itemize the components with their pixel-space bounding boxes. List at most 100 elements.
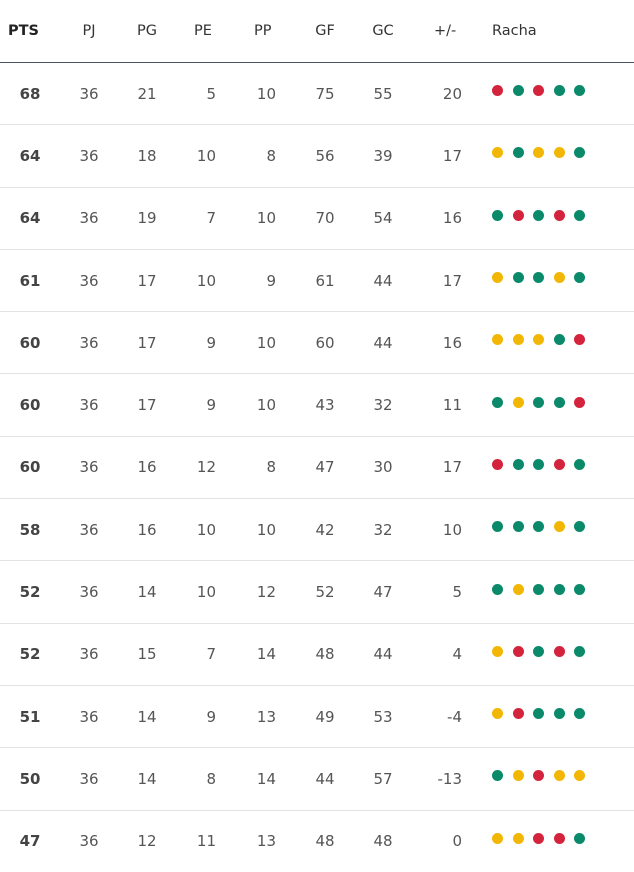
gf-cell: 42 [315,520,335,539]
form-dot-draw-icon [553,770,565,782]
form-dot-loss-icon [492,458,503,470]
form-dot-draw-icon [553,521,565,533]
form-dot-win-icon [553,583,565,595]
table-row[interactable]: 64 36 19 7 10 70 54 16 [0,188,634,250]
form-dot-loss-icon [533,770,544,782]
goal-difference-cell: -4 [447,707,462,726]
gc-cell: 32 [373,520,393,539]
pe-cell: 10 [196,146,216,165]
pg-cell: 12 [137,832,157,851]
table-row[interactable]: 60 36 17 9 10 43 32 11 [0,374,634,437]
form-dot-loss-icon [553,645,565,657]
header-pg[interactable]: PG [130,0,164,62]
pj-cell: 36 [79,832,99,851]
pp-cell: 10 [256,520,276,539]
table-header: PTS PJ PG PE PP GF GC +/- Racha [0,0,634,63]
gf-cell: 49 [315,707,335,726]
gf-cell: 61 [315,271,335,290]
gc-cell: 44 [373,333,393,352]
form-dot-draw-icon [492,334,503,346]
racha-cell [492,499,632,560]
form-dot-draw-icon [492,272,503,284]
table-row[interactable]: 52 36 15 7 14 48 44 4 [0,624,634,686]
table-row[interactable]: 51 36 14 9 13 49 53 -4 [0,686,634,749]
pg-cell: 18 [137,146,157,165]
form-dot-win-icon [574,521,585,533]
form-dot-draw-icon [492,147,503,159]
form-dot-win-icon [574,708,585,720]
header-pp[interactable]: PP [254,0,278,62]
table-row[interactable]: 61 36 17 10 9 61 44 17 [0,250,634,313]
table-row[interactable]: 68 36 21 5 10 75 55 20 [0,63,634,126]
form-dot-win-icon [512,147,524,159]
table-row[interactable]: 60 36 16 12 8 47 30 17 [0,437,634,500]
header-goal-difference[interactable]: +/- [434,0,464,62]
pe-cell: 5 [206,84,216,103]
pe-cell: 7 [206,645,216,664]
table-row[interactable]: 52 36 14 10 12 52 47 5 [0,561,634,624]
form-dot-win-icon [492,583,503,595]
pj-cell: 36 [79,333,99,352]
pj-cell: 36 [79,146,99,165]
pts-cell: 52 [19,583,41,602]
pj-cell: 36 [79,645,99,664]
gc-cell: 47 [373,583,393,602]
pe-cell: 11 [196,832,216,851]
gc-cell: 57 [373,769,393,788]
form-dot-win-icon [533,708,544,720]
pe-cell: 10 [196,271,216,290]
pj-cell: 36 [79,209,99,228]
pg-cell: 17 [137,333,157,352]
pp-cell: 8 [266,146,276,165]
pg-cell: 17 [137,396,157,415]
pe-cell: 10 [196,520,216,539]
table-row[interactable]: 60 36 17 9 10 60 44 16 [0,312,634,375]
pg-cell: 15 [137,645,157,664]
form-dot-win-icon [492,521,503,533]
gf-cell: 75 [315,84,335,103]
header-pts[interactable]: PTS [8,0,44,62]
form-dots [492,645,585,657]
pj-cell: 36 [79,707,99,726]
pts-cell: 50 [19,769,41,788]
form-dot-win-icon [533,272,544,284]
pts-cell: 58 [19,520,41,539]
racha-cell [492,748,632,809]
pg-cell: 17 [137,271,157,290]
pp-cell: 12 [256,583,276,602]
pj-cell: 36 [79,520,99,539]
form-dots [492,583,585,595]
header-racha: Racha [492,23,537,39]
form-dot-loss-icon [512,708,524,720]
form-dot-win-icon [574,832,585,844]
pts-cell: 64 [19,209,41,228]
form-dots [492,209,585,221]
header-gc[interactable]: GC [366,0,400,62]
table-row[interactable]: 50 36 14 8 14 44 57 -13 [0,748,634,811]
pe-cell: 9 [206,707,216,726]
header-gf[interactable]: GF [308,0,342,62]
racha-cell [492,188,632,249]
header-pj[interactable]: PJ [72,0,106,62]
form-dot-draw-icon [512,583,524,595]
pe-cell: 9 [206,333,216,352]
pe-cell: 10 [196,583,216,602]
pj-cell: 36 [79,583,99,602]
form-dot-loss-icon [553,458,565,470]
form-dot-win-icon [574,85,585,97]
pts-cell: 61 [19,271,41,290]
table-row[interactable]: 64 36 18 10 8 56 39 17 [0,125,634,188]
table-row[interactable]: 47 36 12 11 13 48 48 0 [0,811,634,872]
header-pe[interactable]: PE [194,0,218,62]
pts-cell: 60 [19,333,41,352]
gf-cell: 70 [315,209,335,228]
pp-cell: 10 [256,396,276,415]
pg-cell: 19 [137,209,157,228]
pp-cell: 9 [266,271,276,290]
gc-cell: 44 [373,271,393,290]
pg-cell: 16 [137,520,157,539]
form-dot-draw-icon [533,147,544,159]
gf-cell: 56 [315,146,335,165]
form-dot-win-icon [574,458,585,470]
table-row[interactable]: 58 36 16 10 10 42 32 10 [0,499,634,562]
